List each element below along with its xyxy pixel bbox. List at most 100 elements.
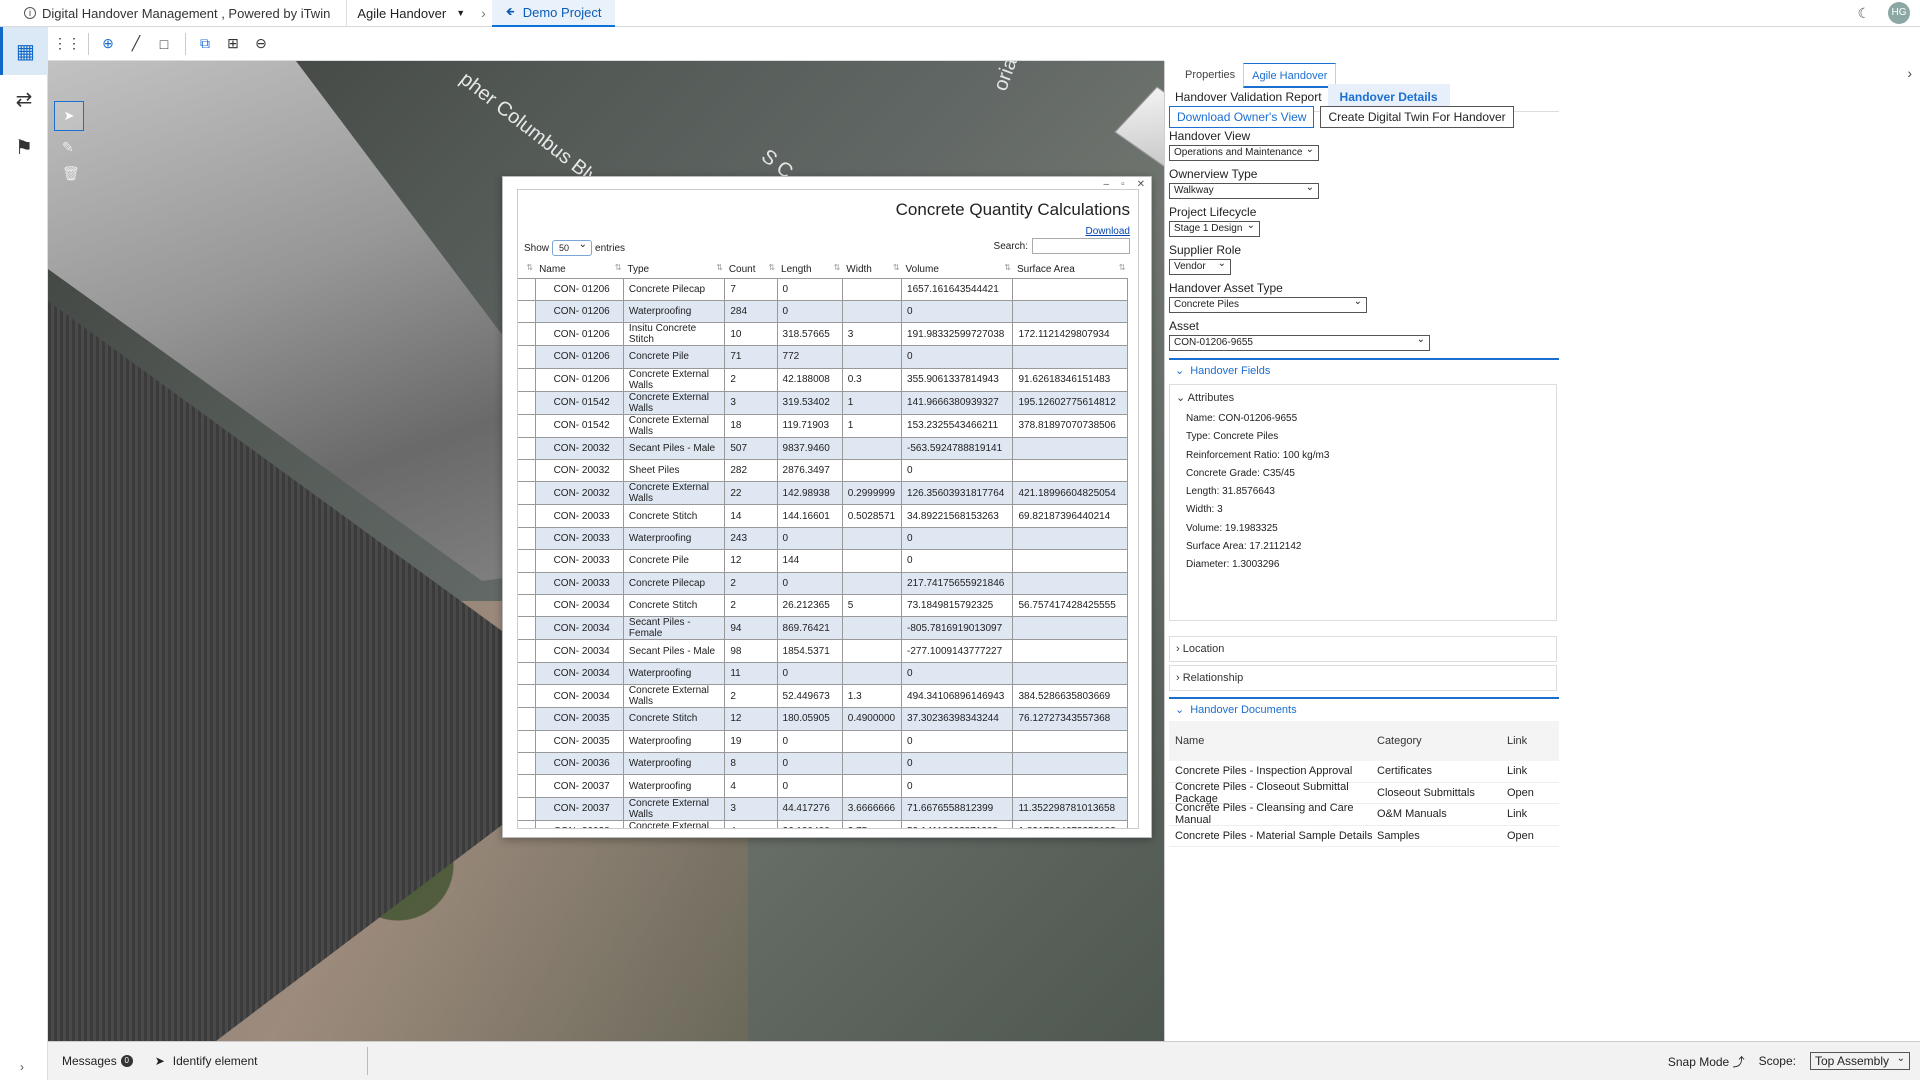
col-header-length[interactable]: Length bbox=[777, 262, 843, 279]
location-section[interactable]: › Location bbox=[1169, 636, 1557, 662]
cell-length: 0 bbox=[776, 661, 843, 686]
identify-label: Identify element bbox=[172, 1054, 258, 1068]
cell-count: 284 bbox=[724, 299, 778, 324]
models-icon[interactable]: ▦ bbox=[0, 27, 48, 75]
relationship-section[interactable]: › Relationship bbox=[1169, 665, 1557, 691]
scope-select[interactable]: Top Assembly bbox=[1809, 1051, 1910, 1070]
row-spacer bbox=[518, 549, 536, 573]
ownerview-type-select[interactable]: Walkway bbox=[1169, 181, 1319, 199]
document-link[interactable]: Open bbox=[1507, 830, 1557, 842]
handover-fields-header[interactable]: ⌄ Handover Fields bbox=[1169, 358, 1559, 380]
table-row[interactable]: CON- 20038Concrete External Walls426.190… bbox=[518, 819, 1128, 828]
theme-toggle-icon[interactable]: ☾ bbox=[1857, 5, 1870, 22]
document-link[interactable]: Link bbox=[1507, 765, 1557, 777]
messages-label: Messages bbox=[62, 1054, 117, 1068]
snap-mode-button[interactable]: Snap Mode ⤴ bbox=[1668, 1053, 1745, 1070]
asset-type-field: Handover Asset Type Concrete Piles bbox=[1169, 281, 1367, 313]
download-owner-view-button[interactable]: Download Owner's View bbox=[1169, 106, 1315, 128]
expand-icon[interactable]: › bbox=[20, 1060, 24, 1074]
table-row[interactable]: CON- 20035 Concrete Stitch 12 180.05905 0.49… bbox=[518, 707, 1128, 731]
measure-point-icon[interactable]: ⊕ bbox=[95, 31, 121, 57]
col-header-count[interactable]: Count bbox=[724, 262, 778, 279]
flag-icon[interactable]: ⚑ bbox=[0, 123, 48, 171]
table-row[interactable]: CON- 20032 Secant Piles - Male 507 9837.946… bbox=[518, 436, 1128, 461]
cell-count: 14 bbox=[724, 504, 778, 528]
asset-select[interactable]: CON-01206-9655 bbox=[1169, 333, 1430, 351]
attributes-header[interactable]: ⌄ Attributes bbox=[1170, 385, 1556, 410]
view-cube[interactable] bbox=[1114, 86, 1164, 168]
table-row[interactable]: CON- 20035 Waterproofing 19 0 0 bbox=[518, 729, 1128, 753]
project-tab[interactable]: 🡸 Demo Project bbox=[491, 0, 616, 27]
doc-col-link: Link bbox=[1507, 735, 1528, 747]
ownerview-type-label: Ownerview Type bbox=[1169, 167, 1258, 181]
cell-surface-area bbox=[1012, 751, 1128, 776]
handover-view-select[interactable]: Operations and Maintenance bbox=[1169, 143, 1319, 161]
collapse-panel-icon[interactable]: › bbox=[1907, 65, 1912, 81]
download-link[interactable]: Download bbox=[1086, 226, 1130, 237]
supplier-role-select[interactable]: Vendor bbox=[1169, 257, 1231, 275]
table-row[interactable]: CON- 20033 Concrete Pile 12 144 0 bbox=[518, 549, 1128, 573]
table-row[interactable]: CON- 01206 Concrete Pilecap 7 0 1657.1616435… bbox=[518, 277, 1128, 301]
messages-button[interactable]: Messages 0 bbox=[48, 1054, 133, 1068]
col-header-volume[interactable]: Volume bbox=[901, 262, 1013, 279]
table-row[interactable]: CON- 20036 Waterproofing 8 0 0 bbox=[518, 751, 1128, 776]
table-row[interactable]: CON- 01206 Waterproofing 284 0 0 bbox=[518, 299, 1128, 324]
cell-type: Concrete Stitch bbox=[622, 504, 726, 528]
document-link[interactable]: Link bbox=[1507, 808, 1557, 820]
table-row[interactable]: CON- 01206 Concrete External Walls 2 42.188… bbox=[518, 367, 1128, 392]
search-input[interactable] bbox=[1032, 238, 1130, 254]
document-category: Closeout Submittals bbox=[1377, 786, 1475, 799]
col-header-surface-area[interactable]: Surface Area bbox=[1012, 262, 1128, 279]
table-row[interactable]: CON- 20032 Sheet Piles 282 2876.3497 0 bbox=[518, 459, 1128, 483]
cell-count: 71 bbox=[724, 345, 778, 369]
asset-type-select[interactable]: Concrete Piles bbox=[1169, 295, 1367, 313]
table-row[interactable]: CON- 20034 Secant Piles - Female 94 869.764… bbox=[518, 616, 1128, 641]
chevron-right-icon: › bbox=[1176, 672, 1180, 684]
grip-icon[interactable]: ⋮⋮ bbox=[53, 31, 81, 57]
table-row[interactable]: CON- 01206 Insitu Concrete Stitch 10 318.57… bbox=[518, 322, 1128, 347]
table-row[interactable]: CON- 20034 Concrete External Walls 2 52.449… bbox=[518, 684, 1128, 709]
row-spacer bbox=[518, 481, 536, 506]
document-link[interactable]: Open bbox=[1507, 787, 1557, 799]
row-spacer bbox=[518, 751, 536, 776]
table-row[interactable]: CON- 20032 Concrete External Walls 22 142.9… bbox=[518, 481, 1128, 506]
table-row[interactable]: CON- 20034 Concrete Stitch 2 26.212365 5 73.1… bbox=[518, 594, 1128, 618]
project-lifecycle-select[interactable]: Stage 1 Design bbox=[1169, 219, 1260, 237]
zoom-in-icon[interactable]: ⊞ bbox=[220, 31, 246, 57]
cell-length: 0 bbox=[776, 729, 843, 753]
table-row[interactable]: CON- 20034 Waterproofing 11 0 0 bbox=[518, 661, 1128, 686]
table-row[interactable]: CON- 01206 Concrete Pile 71 772 0 bbox=[518, 345, 1128, 369]
table-row[interactable]: CON- 01542 Concrete External Walls 3 319.53… bbox=[518, 390, 1128, 415]
row-spacer bbox=[518, 594, 536, 618]
table-row[interactable]: CON- 20037 Concrete External Walls 3 44.417… bbox=[518, 796, 1128, 821]
zoom-out-icon[interactable]: ⊖ bbox=[248, 31, 274, 57]
avatar[interactable]: HG bbox=[1888, 2, 1910, 24]
identify-element[interactable]: ➤ Identify element bbox=[155, 1047, 369, 1075]
documents-table: Name Category Link Concrete Piles - Insp… bbox=[1169, 721, 1559, 847]
select-tool-icon[interactable]: ➤ bbox=[54, 101, 84, 131]
col-header-width[interactable]: Width bbox=[842, 262, 902, 279]
section-icon[interactable]: ⧉ bbox=[192, 31, 218, 57]
cell-count: 3 bbox=[724, 796, 778, 821]
table-row[interactable]: CON- 20033 Concrete Pilecap 2 0 217.74175655… bbox=[518, 571, 1128, 596]
create-digital-twin-button[interactable]: Create Digital Twin For Handover bbox=[1320, 106, 1514, 128]
measure-line-icon[interactable]: ╱ bbox=[123, 31, 149, 57]
handover-documents-header[interactable]: ⌄ Handover Documents bbox=[1169, 697, 1559, 719]
pencil-icon[interactable]: ✎ bbox=[62, 139, 74, 156]
trash-icon[interactable]: 🗑 bbox=[62, 165, 80, 182]
table-row[interactable]: CON- 20033 Waterproofing 243 0 0 bbox=[518, 526, 1128, 551]
info-icon[interactable]: i bbox=[24, 7, 36, 19]
table-row[interactable]: CON- 20037 Waterproofing 4 0 0 bbox=[518, 774, 1128, 798]
entries-select[interactable]: 50 bbox=[552, 238, 593, 256]
cell-width: 3 bbox=[841, 322, 903, 347]
table-row[interactable]: CON- 20034 Secant Piles - Male 98 1854.5371… bbox=[518, 639, 1128, 663]
measure-area-icon[interactable]: □ bbox=[151, 31, 177, 57]
cell-count: 18 bbox=[724, 413, 778, 438]
cell-type: Concrete Pilecap bbox=[622, 277, 726, 301]
col-header-type[interactable]: Type bbox=[623, 262, 725, 279]
sync-icon[interactable]: ⇄ bbox=[0, 75, 48, 123]
context-dropdown[interactable]: Agile Handover ▼ bbox=[347, 0, 475, 27]
col-header-name[interactable]: Name bbox=[535, 262, 624, 279]
table-row[interactable]: CON- 01542 Concrete External Walls 18 119.7… bbox=[518, 413, 1128, 438]
table-row[interactable]: CON- 20033 Concrete Stitch 14 144.16601 0.50… bbox=[518, 504, 1128, 528]
